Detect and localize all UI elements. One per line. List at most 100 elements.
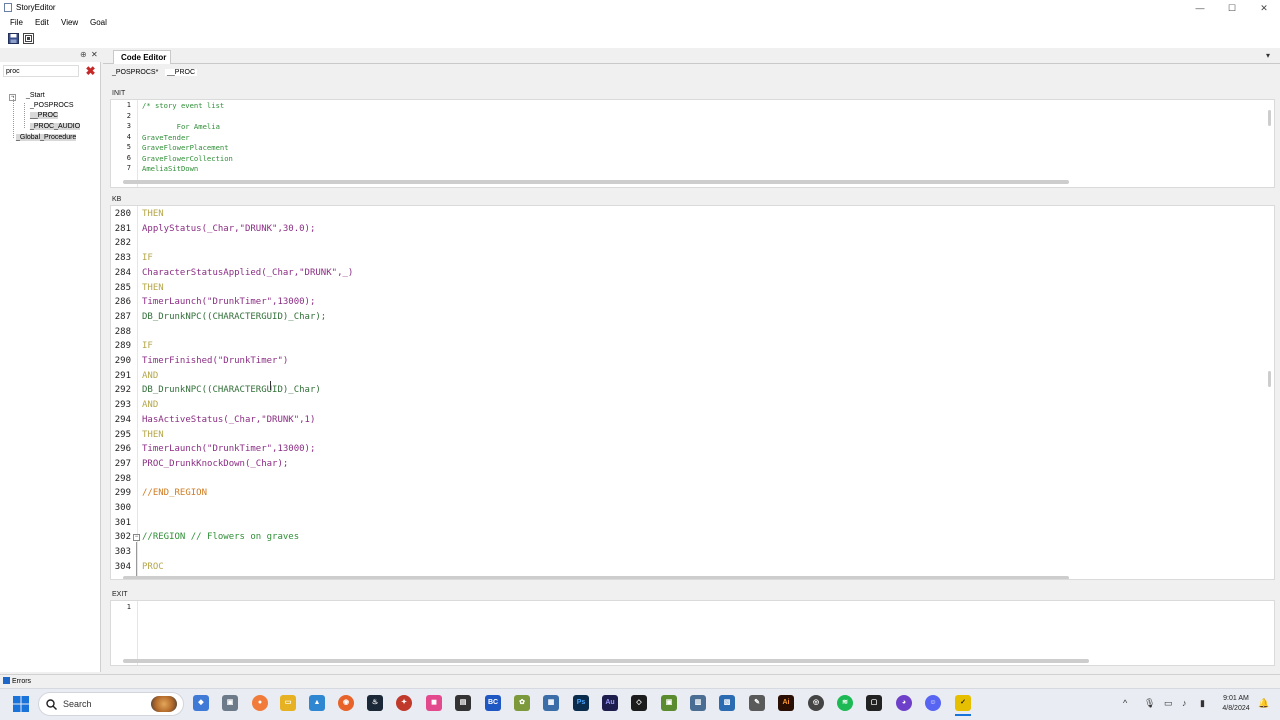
code-line: TimerFinished("DrunkTimer") <box>142 356 289 366</box>
code-line: AmeliaSitDown <box>142 164 199 173</box>
code-line: GraveTender <box>142 132 190 142</box>
taskbar-search-box[interactable]: Search <box>38 692 184 716</box>
menu-bar: File Edit View Goal <box>0 16 1280 30</box>
notification-bell-icon[interactable]: 🔔 <box>1258 698 1269 709</box>
app-slate-icon[interactable]: ▥ <box>690 695 706 711</box>
discord-icon[interactable]: ☺ <box>925 695 941 711</box>
app-grey-icon[interactable]: ✎ <box>749 695 765 711</box>
tray-overflow-icon[interactable]: ^ <box>1123 698 1127 708</box>
line-number: 286 <box>114 297 131 308</box>
panel-header: ⊕ ✕ <box>0 48 101 62</box>
code-line: IF <box>142 253 153 264</box>
microphone-icon[interactable]: 🎙 <box>1144 698 1155 709</box>
init-code-pane[interactable]: 1 2 3 4 5 6 7 /* story event list For Am… <box>110 99 1275 188</box>
line-number: 280 <box>114 209 131 219</box>
kb-section-label: KB <box>112 196 122 203</box>
tree-item-global-procedure[interactable]: _Global_Procedure <box>16 134 77 141</box>
region-fold-toggle[interactable]: − <box>133 534 140 541</box>
code-line: /* story event list <box>142 101 225 110</box>
line-number: 289 <box>114 341 131 352</box>
app-orange-icon[interactable]: ● <box>252 695 268 711</box>
tab-code-editor[interactable]: Code Editor <box>113 50 171 64</box>
init-horizontal-scrollbar[interactable] <box>123 180 1069 184</box>
code-line: TimerLaunch("DrunkTimer",13000); <box>142 444 316 455</box>
tree-item-proc-audio[interactable]: _PROC_AUDIO <box>30 123 81 130</box>
kb-code-pane[interactable]: 280 281 282 283 284 285 286 287 288 289 … <box>110 205 1275 580</box>
tree-collapse-toggle[interactable]: − <box>9 94 16 101</box>
app-black-icon[interactable]: ◇ <box>631 695 647 711</box>
exit-code-pane[interactable]: 1 <box>110 600 1275 666</box>
app-box-icon[interactable]: ▢ <box>866 695 882 711</box>
volume-icon[interactable]: ♪ <box>1182 698 1187 708</box>
file-explorer-icon[interactable]: ▭ <box>280 695 296 711</box>
tab-posprocs[interactable]: _POSPROCS* <box>112 69 158 76</box>
app-lime-icon[interactable]: ▣ <box>661 695 677 711</box>
line-number: 294 <box>114 414 131 425</box>
tree-search-input[interactable] <box>3 65 79 77</box>
photos-icon[interactable]: ▲ <box>309 695 325 711</box>
menu-goal[interactable]: Goal <box>90 18 107 27</box>
battery-icon[interactable]: ▮ <box>1200 698 1205 709</box>
tree-item-start[interactable]: _Start <box>26 92 45 99</box>
tab-errors[interactable]: Errors <box>3 676 43 687</box>
taskbar-clock[interactable]: 9:01 AM 4/8/2024 <box>1218 694 1254 714</box>
task-view-icon[interactable]: ▣ <box>222 695 238 711</box>
code-line: THEN <box>142 282 164 293</box>
windows-start-icon[interactable] <box>12 695 30 713</box>
firefox-icon[interactable]: ◉ <box>338 695 354 711</box>
line-number: 299 <box>114 488 131 499</box>
clear-search-icon[interactable]: ✖ <box>84 65 97 78</box>
code-line: GraveFlowerPlacement <box>142 143 229 152</box>
bc-icon[interactable]: BC <box>485 695 501 711</box>
menu-file[interactable]: File <box>10 18 23 27</box>
app-circle-icon[interactable]: ◎ <box>808 695 824 711</box>
close-button[interactable]: ✕ <box>1248 0 1280 16</box>
search-highlight-icon <box>151 696 177 712</box>
line-number: 287 <box>114 311 131 322</box>
app-green-icon[interactable]: ✿ <box>514 695 530 711</box>
app-dark-icon[interactable]: ▤ <box>455 695 471 711</box>
line-number: 5 <box>126 143 131 151</box>
github-icon[interactable]: ◕ <box>896 695 912 711</box>
copilot-icon[interactable]: ◆ <box>193 695 209 711</box>
code-line: THEN <box>142 209 164 219</box>
maximize-button[interactable]: ☐ <box>1216 0 1248 16</box>
steam-icon[interactable]: ♨ <box>367 695 383 711</box>
save-all-icon[interactable] <box>23 33 34 44</box>
save-icon[interactable] <box>8 33 19 44</box>
code-line: For Amelia <box>142 122 220 131</box>
code-line: PROC <box>142 561 164 572</box>
app-blue-icon[interactable]: ▦ <box>543 695 559 711</box>
tree-connector <box>24 103 25 128</box>
photoshop-icon[interactable]: Ps <box>573 695 589 711</box>
editor-dropdown-icon[interactable]: ▾ <box>1266 51 1270 60</box>
project-tree-panel: ⊕ ✕ ✖ − _Start _POSPROCS __PROC _PROC_AU… <box>0 48 101 672</box>
kb-vertical-scrollbar[interactable] <box>1268 371 1271 387</box>
app-steelblue-icon[interactable]: ▧ <box>719 695 735 711</box>
panel-close-icon[interactable]: ✕ <box>91 50 98 59</box>
tree-item-proc[interactable]: __PROC <box>30 112 59 119</box>
menu-edit[interactable]: Edit <box>35 18 49 27</box>
editor-header <box>103 48 1280 64</box>
kb-horizontal-scrollbar[interactable] <box>123 576 1069 579</box>
spotify-icon[interactable]: ≋ <box>837 695 853 711</box>
exit-horizontal-scrollbar[interactable] <box>123 659 1089 663</box>
app-pink-icon[interactable]: ◼ <box>426 695 442 711</box>
taskbar-search-label: Search <box>63 699 92 709</box>
mouse-cursor <box>270 381 271 390</box>
minimize-button[interactable]: — <box>1184 0 1216 16</box>
tree-item-posprocs[interactable]: _POSPROCS <box>30 102 74 109</box>
network-icon[interactable]: ▭ <box>1164 698 1173 709</box>
line-number: 3 <box>126 122 131 130</box>
tab-proc[interactable]: __PROC <box>165 69 198 76</box>
menu-view[interactable]: View <box>61 18 78 27</box>
audition-icon[interactable]: Au <box>602 695 618 711</box>
code-line: IF <box>142 341 153 352</box>
story-editor-taskbar-icon[interactable]: ✓ <box>955 695 971 711</box>
line-number: 296 <box>114 444 131 455</box>
illustrator-icon[interactable]: Ai <box>778 695 794 711</box>
pin-icon[interactable]: ⊕ <box>80 50 87 59</box>
app-red-icon[interactable]: ✦ <box>396 695 412 711</box>
init-vertical-scrollbar[interactable] <box>1268 110 1271 126</box>
clock-date: 4/8/2024 <box>1222 705 1250 712</box>
